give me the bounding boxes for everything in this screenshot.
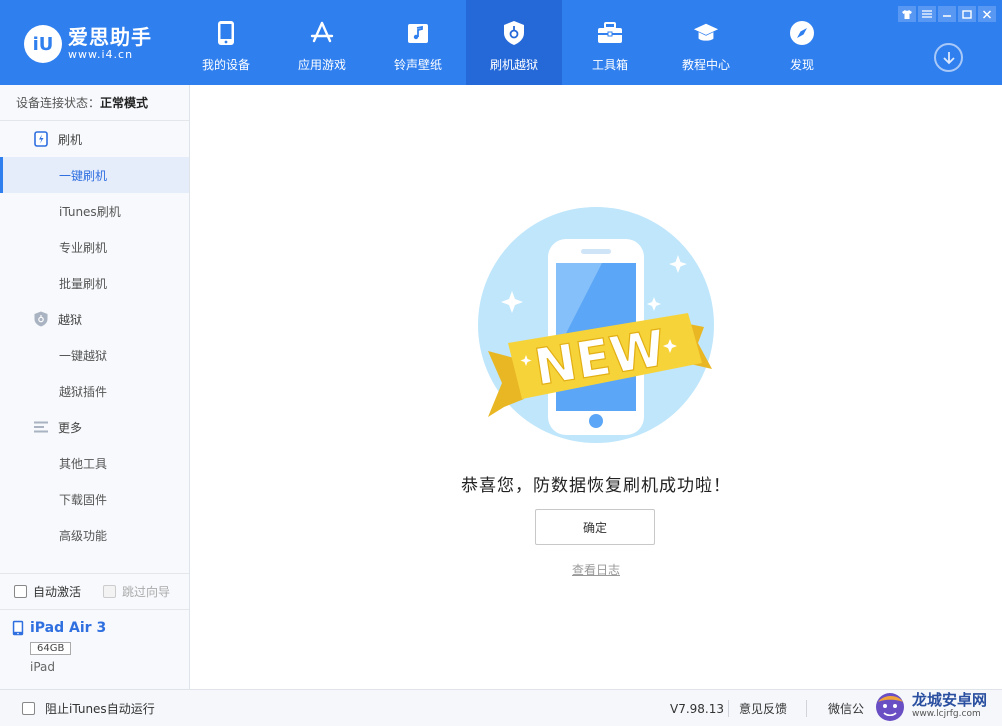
menu-icon bbox=[922, 10, 932, 18]
skip-guide-checkbox[interactable] bbox=[103, 585, 117, 598]
sidebar-item-jailbreak-plugins[interactable]: 越狱插件 bbox=[0, 373, 189, 409]
sidebar-group-jailbreak[interactable]: 越狱 bbox=[0, 301, 189, 337]
app-url: www.i4.cn bbox=[68, 48, 134, 61]
connection-status-label: 设备连接状态： bbox=[16, 96, 101, 110]
menu-lines-icon bbox=[33, 419, 49, 435]
device-capacity: 64GB bbox=[30, 642, 72, 655]
nav-label: 刷机越狱 bbox=[489, 58, 538, 72]
nav-tutorials[interactable]: 教程中心 bbox=[658, 0, 754, 85]
sidebar-group-label: 刷机 bbox=[58, 132, 83, 147]
nav-discover[interactable]: 发现 bbox=[754, 0, 850, 85]
toolbox-icon bbox=[597, 20, 623, 46]
close-button[interactable] bbox=[978, 6, 996, 22]
block-itunes-label: 阻止iTunes自动运行 bbox=[45, 702, 155, 716]
auto-activate-checkbox[interactable] bbox=[14, 585, 27, 598]
sidebar-item-one-click-jailbreak[interactable]: 一键越狱 bbox=[0, 337, 189, 373]
graduation-cap-icon bbox=[693, 20, 719, 46]
dragon-logo-icon bbox=[876, 692, 904, 721]
app-name: 爱思助手 bbox=[68, 25, 152, 49]
nav-label: 工具箱 bbox=[591, 58, 628, 72]
watermark-title: 龙城安卓网 bbox=[912, 690, 988, 709]
bottom-bar: 阻止iTunes自动运行 V7.98.13 意见反馈 微信公 bbox=[0, 689, 1002, 726]
sidebar-item-batch-flash[interactable]: 批量刷机 bbox=[0, 265, 189, 301]
compass-icon bbox=[789, 20, 815, 46]
nav-apps-games[interactable]: 应用游戏 bbox=[274, 0, 370, 85]
logo-mark: iU bbox=[24, 25, 62, 63]
success-illustration: NEW bbox=[474, 203, 718, 447]
connection-status-value: 正常模式 bbox=[100, 96, 149, 110]
watermark-url: www.lcjrfg.com bbox=[912, 708, 981, 719]
main-content: NEW 恭喜您，防数据恢复刷机成功啦！ 确定 查看日志 bbox=[190, 85, 1002, 689]
sidebar-item-other-tools[interactable]: 其他工具 bbox=[0, 445, 189, 481]
menu-button[interactable] bbox=[918, 6, 936, 22]
skin-button[interactable] bbox=[898, 6, 916, 22]
sidebar-group-label: 更多 bbox=[58, 420, 83, 435]
sidebar-options: 自动激活 跳过向导 bbox=[0, 573, 189, 609]
nav-label: 发现 bbox=[789, 58, 814, 72]
nav-ringtones-wallpapers[interactable]: 铃声壁纸 bbox=[370, 0, 466, 85]
device-name: iPad Air 3 bbox=[30, 620, 107, 636]
version-text: V7.98.13 bbox=[670, 701, 725, 716]
nav-flash-jailbreak[interactable]: 刷机越狱 bbox=[466, 0, 562, 85]
download-arrow-icon bbox=[942, 51, 955, 64]
connection-status: 设备连接状态： 正常模式 bbox=[0, 85, 189, 121]
nav-label: 我的设备 bbox=[201, 58, 250, 72]
jailbreak-shield-icon bbox=[33, 311, 49, 327]
main-nav: 我的设备 应用游戏 铃声壁纸 刷机越狱 工具箱 教程中心 发现 bbox=[178, 0, 850, 85]
minimize-button[interactable] bbox=[938, 6, 956, 22]
sidebar-group-label: 越狱 bbox=[58, 312, 83, 327]
shirt-icon bbox=[902, 9, 912, 19]
skip-guide-label: 跳过向导 bbox=[122, 585, 171, 599]
device-info: iPad Air 3 64GB iPad bbox=[0, 609, 189, 689]
nav-toolbox[interactable]: 工具箱 bbox=[562, 0, 658, 85]
sidebar-item-pro-flash[interactable]: 专业刷机 bbox=[0, 229, 189, 265]
sidebar: 设备连接状态： 正常模式 刷机 一键刷机 iTunes刷机 专业刷机 批量刷机 … bbox=[0, 85, 190, 689]
top-bar: iU 爱思助手 www.i4.cn 我的设备 应用游戏 铃声壁纸 刷机越狱 工具… bbox=[0, 0, 1002, 85]
wechat-link[interactable]: 微信公 bbox=[828, 690, 864, 726]
sidebar-item-advanced[interactable]: 高级功能 bbox=[0, 517, 189, 553]
divider bbox=[806, 700, 807, 717]
sidebar-group-more[interactable]: 更多 bbox=[0, 409, 189, 445]
auto-activate-label: 自动激活 bbox=[33, 585, 82, 599]
minimize-icon bbox=[943, 15, 951, 17]
divider bbox=[728, 700, 729, 717]
sidebar-item-one-click-flash[interactable]: 一键刷机 bbox=[0, 157, 189, 193]
window-controls bbox=[896, 6, 996, 22]
tablet-icon bbox=[12, 620, 24, 636]
nav-label: 铃声壁纸 bbox=[393, 58, 442, 72]
ok-button[interactable]: 确定 bbox=[535, 509, 655, 545]
maximize-icon bbox=[962, 9, 972, 19]
success-message: 恭喜您，防数据恢复刷机成功啦！ bbox=[461, 476, 731, 496]
download-button[interactable] bbox=[934, 43, 963, 72]
music-icon bbox=[405, 20, 431, 46]
nav-label: 应用游戏 bbox=[297, 58, 346, 72]
app-store-icon bbox=[309, 20, 335, 46]
maximize-button[interactable] bbox=[958, 6, 976, 22]
nav-my-device[interactable]: 我的设备 bbox=[178, 0, 274, 85]
close-icon bbox=[982, 9, 992, 19]
nav-label: 教程中心 bbox=[681, 58, 730, 72]
phone-icon bbox=[213, 20, 239, 46]
device-type: iPad bbox=[30, 660, 56, 674]
flash-icon bbox=[33, 131, 49, 147]
feedback-link[interactable]: 意见反馈 bbox=[739, 690, 787, 726]
sidebar-item-download-firmware[interactable]: 下载固件 bbox=[0, 481, 189, 517]
sidebar-group-flash[interactable]: 刷机 bbox=[0, 121, 189, 157]
block-itunes-checkbox[interactable] bbox=[22, 702, 35, 715]
app-logo: iU 爱思助手 www.i4.cn bbox=[24, 22, 174, 66]
site-watermark: 龙城安卓网 www.lcjrfg.com bbox=[872, 685, 1002, 726]
shield-icon bbox=[501, 20, 527, 46]
view-log-link[interactable]: 查看日志 bbox=[190, 561, 1002, 578]
sidebar-item-itunes-flash[interactable]: iTunes刷机 bbox=[0, 193, 189, 229]
